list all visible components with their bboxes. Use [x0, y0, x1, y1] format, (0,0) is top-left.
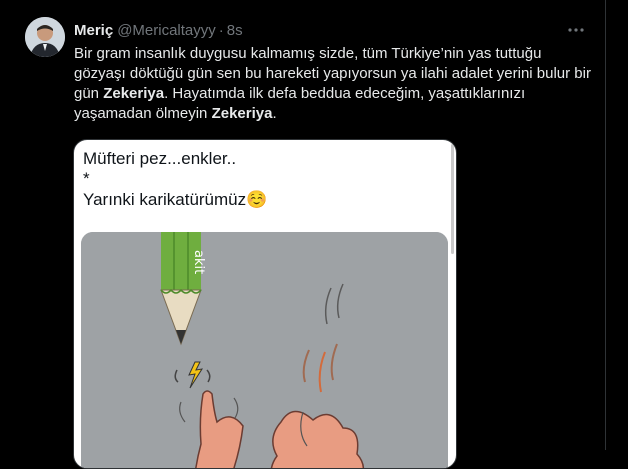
- mention-name: Zekeriya: [103, 85, 165, 102]
- image-scrollbar: [451, 144, 454, 254]
- tweet-media-image[interactable]: Müfteri pez...enkler.. * Yarınki karikat…: [73, 139, 457, 469]
- tweet-text: Bir gram insanlık duygusu kalmamış sizde…: [74, 44, 594, 124]
- image-caption-line: Yarınki karikatürümüz☺️: [83, 190, 268, 209]
- avatar[interactable]: [25, 17, 65, 57]
- tweet-text-part: .: [272, 105, 277, 122]
- more-icon[interactable]: [565, 19, 587, 41]
- mention-name: Zekeriya: [211, 105, 273, 122]
- author-name[interactable]: Meriç: [74, 22, 113, 39]
- cartoon-illustration: akit: [81, 232, 448, 468]
- tweet-timestamp[interactable]: 8s: [227, 22, 243, 39]
- author-handle[interactable]: @Mericaltayyy: [117, 22, 216, 39]
- image-caption-line: Müfteri pez...enkler..: [83, 149, 237, 168]
- tweet-article[interactable]: Meriç @Mericaltayyy · 8s Bir gram insanlık …: [0, 0, 606, 469]
- image-caption-line: *: [83, 169, 90, 188]
- page-scrollbar-area: [606, 0, 628, 450]
- pencil-label: akit: [191, 250, 206, 274]
- separator-dot: ·: [218, 22, 224, 39]
- tweet-header: Meriç @Mericaltayyy · 8s: [74, 21, 243, 41]
